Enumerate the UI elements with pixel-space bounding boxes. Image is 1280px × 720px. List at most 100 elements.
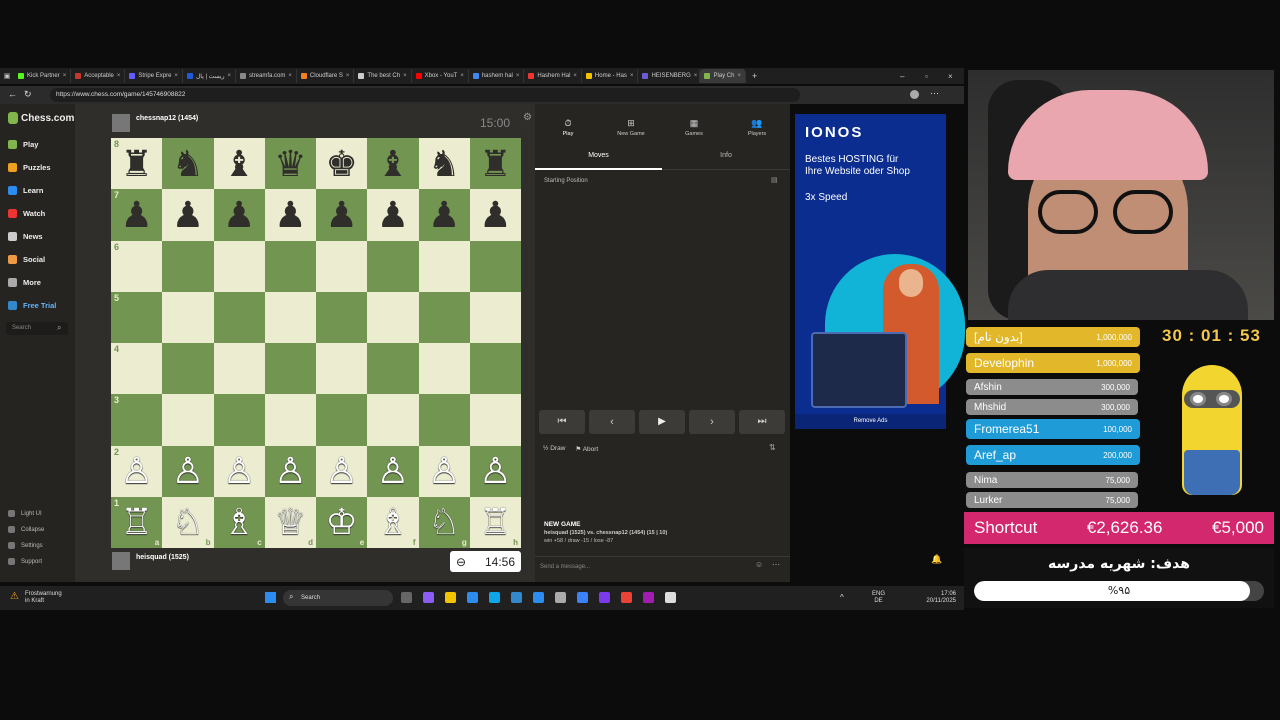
board-square[interactable] — [264, 240, 316, 292]
board-square[interactable] — [469, 240, 521, 292]
board-square[interactable]: 3 — [111, 394, 163, 446]
chess-piece[interactable]: ♕ — [274, 504, 306, 540]
board-square[interactable] — [367, 394, 419, 446]
board-square[interactable] — [264, 291, 316, 343]
nav-item-more[interactable]: More — [8, 278, 41, 287]
board-square[interactable]: ♙ — [469, 445, 521, 497]
board-square[interactable] — [213, 394, 265, 446]
chess-piece[interactable]: ♝ — [377, 145, 409, 182]
chess-piece[interactable]: ♙ — [172, 453, 204, 489]
close-tab-icon[interactable]: × — [403, 73, 407, 79]
new-tab-icon[interactable]: + — [752, 71, 757, 81]
board-square[interactable] — [469, 343, 521, 395]
search-icon[interactable]: ⌕ — [57, 323, 61, 333]
chess-piece[interactable]: ♟ — [274, 196, 306, 233]
browser-tab[interactable]: streamfa.com × — [236, 69, 297, 83]
board-square[interactable]: ♜ — [469, 138, 521, 190]
lang-line1[interactable]: ENG — [872, 591, 885, 598]
browser-tab[interactable]: Xbox - YouT × — [412, 69, 469, 83]
taskbar-app-icon[interactable] — [423, 592, 434, 603]
browser-tab[interactable]: Acceptable × — [71, 69, 126, 83]
board-square[interactable]: h ♖ — [469, 496, 521, 548]
board-square[interactable]: ♟ — [469, 189, 521, 241]
board-square[interactable] — [469, 394, 521, 446]
window-menu-icon[interactable]: ▣ — [0, 72, 14, 80]
board-square[interactable]: ♞ — [162, 138, 214, 190]
board-square[interactable]: b ♘ — [162, 496, 214, 548]
close-window-icon[interactable]: × — [948, 72, 953, 81]
play-button[interactable]: ▶ — [639, 410, 685, 434]
board-square[interactable]: d ♕ — [264, 496, 316, 548]
board-square[interactable] — [418, 343, 470, 395]
weather-line1[interactable]: Frostwarnung — [25, 591, 62, 598]
board-square[interactable]: 2 ♙ — [111, 445, 163, 497]
windows-start-icon[interactable] — [265, 592, 276, 603]
board-square[interactable]: ♙ — [367, 445, 419, 497]
browser-tab[interactable]: Stripe Expre × — [125, 69, 183, 83]
chess-piece[interactable]: ♙ — [274, 453, 306, 489]
board-square[interactable]: 8 ♜ — [111, 138, 163, 190]
abort-button[interactable]: ⚑ Abort — [575, 445, 598, 453]
panel-btn-games[interactable]: ▦ Games — [669, 118, 719, 137]
browser-tab[interactable]: Play Ch × — [700, 69, 746, 83]
panel-btn-play[interactable]: ⏱ Play — [543, 118, 593, 137]
taskbar-app-icon[interactable] — [555, 592, 566, 603]
taskbar-app-icon[interactable] — [643, 592, 654, 603]
board-square[interactable] — [264, 394, 316, 446]
board-square[interactable]: ♙ — [264, 445, 316, 497]
board-square[interactable]: ♙ — [418, 445, 470, 497]
browser-tab[interactable]: Cloudflare S × — [297, 69, 355, 83]
board-square[interactable]: ♛ — [264, 138, 316, 190]
close-tab-icon[interactable]: × — [694, 73, 698, 79]
draw-button[interactable]: ½ Draw — [543, 445, 565, 453]
board-square[interactable]: ♚ — [316, 138, 368, 190]
board-square[interactable]: 1 a ♖ — [111, 496, 163, 548]
chess-logo[interactable]: Chess.com — [21, 113, 74, 124]
chess-piece[interactable]: ♙ — [428, 453, 460, 489]
board-square[interactable]: ♟ — [264, 189, 316, 241]
clock-time[interactable]: 17:06 — [920, 591, 956, 598]
board-square[interactable] — [469, 291, 521, 343]
tray-chevron-icon[interactable]: ^ — [840, 593, 844, 602]
chess-piece[interactable]: ♟ — [120, 196, 152, 233]
emoji-icon[interactable]: ☺ — [755, 560, 763, 569]
chess-piece[interactable]: ♛ — [274, 145, 306, 182]
browser-tab[interactable]: Home - Has × — [582, 69, 639, 83]
close-tab-icon[interactable]: × — [117, 73, 121, 79]
board-square[interactable]: 4 — [111, 343, 163, 395]
ionos-advertisement[interactable]: IONOS Bestes HOSTING für Ihre Website od… — [795, 114, 965, 429]
flip-board-icon[interactable]: ⇅ — [769, 443, 776, 452]
chess-piece[interactable]: ♗ — [377, 504, 409, 540]
board-square[interactable] — [418, 394, 470, 446]
board-square[interactable] — [162, 394, 214, 446]
weather-line2[interactable]: in Kraft — [25, 598, 62, 605]
minimize-icon[interactable]: – — [900, 72, 904, 81]
browser-tab[interactable]: The best Ch × — [354, 69, 412, 83]
board-square[interactable] — [213, 240, 265, 292]
board-square[interactable] — [367, 291, 419, 343]
taskbar-app-icon[interactable] — [621, 592, 632, 603]
chess-piece[interactable]: ♟ — [172, 196, 204, 233]
maximize-icon[interactable]: ▫ — [925, 72, 928, 81]
browser-tab[interactable]: hashem hal × — [469, 69, 525, 83]
board-square[interactable]: ♙ — [162, 445, 214, 497]
nav-item-news[interactable]: News — [8, 232, 43, 241]
board-square[interactable] — [316, 394, 368, 446]
board-square[interactable]: 5 — [111, 291, 163, 343]
board-square[interactable] — [264, 343, 316, 395]
tab-info[interactable]: Info — [662, 150, 790, 162]
taskbar-app-icon[interactable] — [401, 592, 412, 603]
chess-piece[interactable]: ♙ — [223, 453, 255, 489]
first-move-button[interactable]: ⏮ — [539, 410, 585, 434]
nav-bottom-collapse[interactable]: Collapse — [8, 526, 44, 533]
chess-piece[interactable]: ♜ — [120, 145, 152, 182]
board-square[interactable] — [418, 291, 470, 343]
panel-btn-new-game[interactable]: ⊞ New Game — [606, 118, 656, 137]
board-square[interactable] — [162, 343, 214, 395]
taskbar-app-icon[interactable] — [467, 592, 478, 603]
close-tab-icon[interactable]: × — [228, 73, 232, 79]
nav-item-free-trial[interactable]: Free Trial — [8, 301, 56, 310]
top-player-name[interactable]: chessnap12 (1454) — [136, 115, 198, 122]
board-square[interactable] — [316, 343, 368, 395]
chess-piece[interactable]: ♚ — [325, 145, 357, 182]
